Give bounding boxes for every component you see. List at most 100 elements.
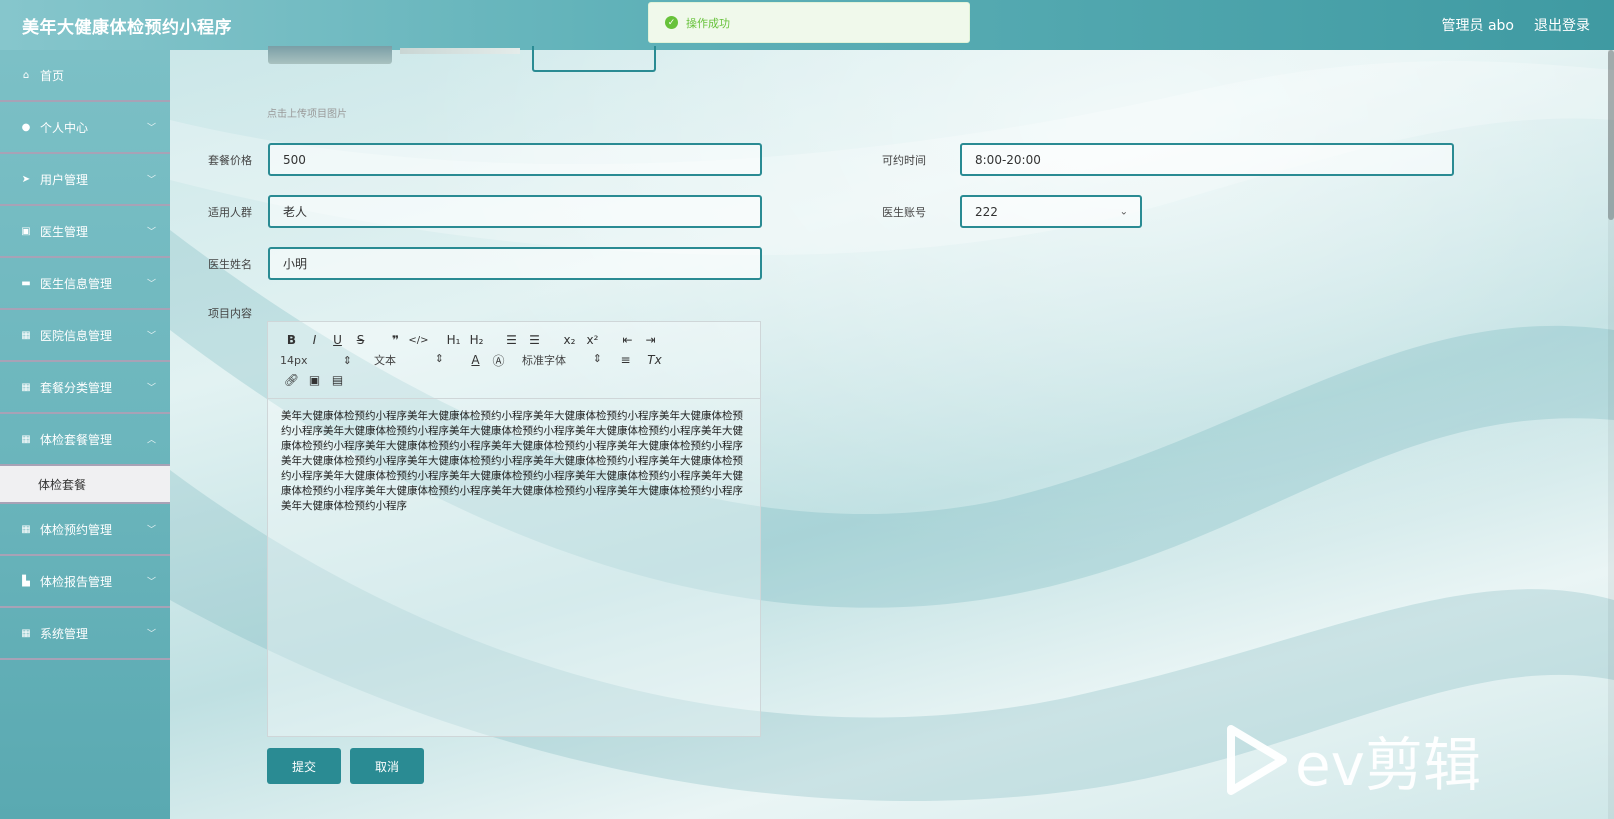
send-icon: ➤ [21, 173, 31, 185]
video-icon[interactable]: ▤ [326, 373, 349, 387]
heading-2-icon[interactable]: H₂ [465, 333, 488, 347]
doctor-account-select[interactable]: 222 ⌄ [960, 195, 1142, 228]
sidebar-item-doctor-info[interactable]: ▬ 医生信息管理 ﹀ [0, 258, 170, 310]
chevron-down-icon: ﹀ [146, 331, 156, 342]
chevron-down-icon: ﹀ [146, 577, 156, 588]
sidebar-item-label: 体检套餐管理 [40, 432, 113, 447]
background-color-icon[interactable]: Ⓐ [487, 352, 510, 369]
ordered-list-icon[interactable]: ☰ [500, 333, 523, 347]
check-circle-icon: ✓ [665, 16, 678, 29]
sidebar-item-user-management[interactable]: ➤ 用户管理 ﹀ [0, 154, 170, 206]
font-color-icon[interactable]: A [464, 353, 487, 367]
crowd-label: 适用人群 [208, 206, 252, 219]
sidebar-item-label: 个人中心 [40, 120, 89, 135]
sidebar-item-hospital-info[interactable]: ▦ 医院信息管理 ﹀ [0, 310, 170, 362]
sidebar-item-label: 医生信息管理 [40, 276, 113, 291]
text-type-select[interactable]: 文本 ⇕ [374, 352, 444, 368]
message-icon: ▬ [21, 277, 31, 289]
heading-1-icon[interactable]: H₁ [442, 333, 465, 347]
font-family-value: 标准字体 [522, 354, 566, 367]
sidebar-item-exam-appointment[interactable]: ▦ 体检预约管理 ﹀ [0, 504, 170, 556]
sidebar-item-label: 系统管理 [40, 626, 89, 641]
doctor-account-value: 222 [975, 204, 998, 219]
updown-icon: ⇕ [592, 352, 602, 365]
editor-toolbar: B I U S ❞ </> H₁ H₂ ☰ ☰ x₂ x² ⇤ ⇥ 14px ⇕… [268, 322, 760, 399]
image-upload-box[interactable] [532, 46, 656, 72]
chevron-down-icon: ﹀ [146, 383, 156, 394]
price-label: 套餐价格 [208, 154, 252, 167]
align-icon[interactable]: ≡ [614, 353, 637, 367]
doctor-name-input[interactable]: 小明 [268, 247, 762, 280]
code-block-icon[interactable]: </> [407, 335, 430, 346]
toast-message: 操作成功 [686, 16, 730, 30]
scrollbar[interactable] [1608, 50, 1614, 819]
time-label: 可约时间 [882, 154, 926, 167]
grid-icon: ▦ [21, 381, 31, 393]
sidebar: ⌂ 首页 ● 个人中心 ﹀ ➤ 用户管理 ﹀ ▣ 医生管理 ﹀ ▬ 医生信息管理… [0, 50, 170, 819]
image-icon[interactable]: ▣ [303, 373, 326, 387]
watermark: ev剪辑 [1225, 718, 1481, 802]
chevron-down-icon: ﹀ [146, 175, 156, 186]
sidebar-item-package-category[interactable]: ▦ 套餐分类管理 ﹀ [0, 362, 170, 414]
sidebar-item-label: 医生管理 [40, 224, 89, 239]
cancel-button[interactable]: 取消 [350, 748, 424, 784]
superscript-icon[interactable]: x² [581, 333, 604, 347]
main-form: 点击上传项目图片 套餐价格 500 可约时间 8:00-20:00 适用人群 老… [170, 46, 1614, 819]
price-input[interactable]: 500 [268, 143, 762, 176]
outdent-icon[interactable]: ⇤ [616, 333, 639, 347]
clear-format-icon[interactable]: Tx [643, 353, 666, 367]
chart-icon: ▣ [21, 225, 31, 237]
text-type-value: 文本 [374, 354, 396, 367]
font-family-select[interactable]: 标准字体 ⇕ [522, 352, 602, 368]
indent-icon[interactable]: ⇥ [639, 333, 662, 347]
bullet-list-icon[interactable]: ☰ [523, 333, 546, 347]
italic-icon[interactable]: I [303, 333, 326, 347]
chevron-down-icon: ﹀ [146, 629, 156, 640]
chevron-down-icon: ﹀ [146, 525, 156, 536]
success-toast: ✓ 操作成功 [648, 2, 970, 43]
grid-icon: ▦ [21, 433, 31, 445]
chevron-down-icon: ⌄ [1119, 206, 1128, 217]
strikethrough-icon[interactable]: S [349, 333, 372, 347]
app-title: 美年大健康体检预约小程序 [22, 17, 232, 38]
chart-icon: ▙ [22, 575, 30, 587]
scrollbar-thumb[interactable] [1608, 50, 1614, 220]
user-icon: ● [21, 121, 31, 133]
sidebar-item-home[interactable]: ⌂ 首页 [0, 50, 170, 102]
sidebar-item-exam-report[interactable]: ▙ 体检报告管理 ﹀ [0, 556, 170, 608]
sidebar-item-system[interactable]: ▦ 系统管理 ﹀ [0, 608, 170, 660]
blockquote-icon[interactable]: ❞ [384, 333, 407, 347]
editor-content[interactable]: 美年大健康体检预约小程序美年大健康体检预约小程序美年大健康体检预约小程序美年大健… [268, 399, 760, 524]
admin-name: 管理员 abo [1441, 18, 1514, 34]
sidebar-item-label: 用户管理 [40, 172, 89, 187]
underline-icon[interactable]: U [326, 333, 349, 347]
crowd-input[interactable]: 老人 [268, 195, 762, 228]
subscript-icon[interactable]: x₂ [558, 333, 581, 347]
rich-text-editor: B I U S ❞ </> H₁ H₂ ☰ ☰ x₂ x² ⇤ ⇥ 14px ⇕… [267, 321, 761, 737]
sidebar-item-label: 套餐分类管理 [40, 380, 113, 395]
grid-icon: ▦ [21, 627, 31, 639]
home-icon: ⌂ [22, 69, 30, 81]
sidebar-item-personal-center[interactable]: ● 个人中心 ﹀ [0, 102, 170, 154]
time-input[interactable]: 8:00-20:00 [960, 143, 1454, 176]
chevron-down-icon: ﹀ [146, 123, 156, 134]
grid-icon: ▦ [21, 523, 31, 535]
link-icon[interactable]: 🔗︎ [280, 373, 303, 387]
chevron-down-icon: ﹀ [146, 279, 156, 290]
sidebar-item-label: 体检报告管理 [40, 574, 113, 589]
doctor-account-label: 医生账号 [882, 206, 926, 219]
sidebar-item-label: 首页 [40, 68, 65, 83]
bold-icon[interactable]: B [280, 333, 303, 347]
uploaded-image-thumbnail[interactable] [268, 46, 392, 64]
font-size-value: 14px [280, 353, 308, 367]
font-size-select[interactable]: 14px ⇕ [280, 354, 352, 367]
logout-link[interactable]: 退出登录 [1534, 15, 1590, 35]
submit-button[interactable]: 提交 [267, 748, 341, 784]
uploaded-image-thumbnail[interactable] [400, 48, 520, 54]
sidebar-item-exam-package[interactable]: ▦ 体检套餐管理 ︿ [0, 414, 170, 466]
updown-icon: ⇕ [342, 353, 352, 367]
sidebar-item-doctor-management[interactable]: ▣ 医生管理 ﹀ [0, 206, 170, 258]
sidebar-subitem-exam-package[interactable]: 体检套餐 [0, 466, 170, 504]
sidebar-item-label: 体检预约管理 [40, 522, 113, 537]
grid-icon: ▦ [21, 329, 31, 341]
